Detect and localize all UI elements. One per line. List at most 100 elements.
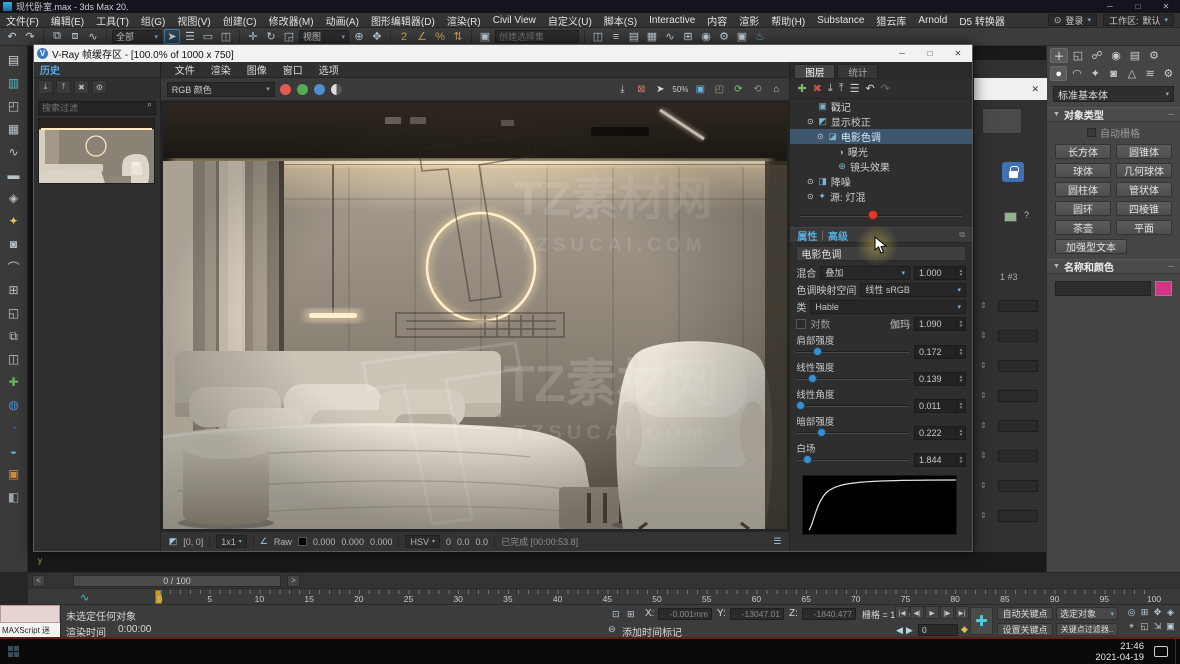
selection-lock-icon[interactable]: ⊞ (627, 609, 635, 620)
advanced-tab[interactable]: 高级 (828, 228, 848, 243)
primitive-button-圆锥体[interactable]: 圆锥体 (1116, 144, 1172, 159)
blend-amount-spinner[interactable]: 1.000 ▲▼ (914, 266, 966, 280)
use-pivot-icon[interactable]: ⊕ (351, 29, 367, 44)
window-crossing-icon[interactable]: ◫ (218, 29, 234, 44)
show-desktop-button[interactable] (1175, 639, 1180, 664)
menu-item-16[interactable]: 帮助(H) (765, 13, 811, 28)
bind-to-spacewarp-icon[interactable]: ∿ (85, 29, 101, 44)
menu-item-9[interactable]: 渲染(R) (441, 13, 487, 28)
key-mode-icon[interactable]: ◆ (961, 624, 968, 635)
grid-icon[interactable]: ⊞ (2, 279, 25, 301)
lock-button[interactable] (1002, 162, 1024, 182)
redo-icon[interactable]: ↷ (22, 29, 38, 44)
layer-row[interactable]: ▣戳记 (790, 99, 972, 114)
previous-frame-button[interactable]: ◀| (910, 606, 924, 619)
menu-item-18[interactable]: 猎云库 (870, 13, 912, 28)
vfb-maximize-button[interactable]: □ (916, 45, 944, 62)
snap-toggle-icon[interactable]: 2 (396, 29, 412, 44)
history-search-input[interactable] (38, 101, 156, 115)
object-name-input[interactable] (1055, 281, 1151, 296)
type-dropdown[interactable]: Hable▾ (810, 300, 966, 314)
save-layers-icon[interactable]: ⤓ (828, 82, 833, 95)
minimize-button[interactable]: ─ (1096, 0, 1124, 13)
move-icon[interactable]: ✛ (245, 29, 261, 44)
maxscript-mini-listener[interactable]: MAXScript 迷 (0, 605, 61, 638)
render-production-icon[interactable]: ♨ (752, 29, 768, 44)
expand-icon[interactable]: ⧉ (959, 230, 965, 240)
slider-handle[interactable] (808, 374, 817, 383)
color-picker-icon[interactable]: ◩ (169, 536, 178, 547)
save-image-icon[interactable]: ⤓ (615, 82, 629, 97)
slider-handle[interactable] (796, 401, 805, 410)
slider-handle[interactable] (803, 455, 812, 464)
show-border-icon[interactable]: ▣ (693, 82, 707, 97)
slate-material-icon[interactable]: ◈ (2, 187, 25, 209)
tab-统计[interactable]: 统计 (837, 64, 878, 79)
current-frame-field[interactable]: 0 (918, 624, 958, 636)
vfb-close-button[interactable]: ✕ (944, 45, 972, 62)
parameter-slider[interactable] (796, 400, 909, 412)
maximize-viewport-icon[interactable]: ⇲ (1152, 620, 1163, 633)
motion-tab[interactable]: ◉ (1107, 48, 1125, 63)
track-mouse-icon[interactable]: ➤ (653, 82, 667, 97)
zoom-icon[interactable]: ◎ (1126, 606, 1137, 619)
layer-list-icon[interactable]: ☰ (850, 82, 860, 95)
track-view-icon[interactable]: ∿ (2, 141, 25, 163)
parameter-spinner[interactable]: 0.222▲▼ (914, 426, 966, 440)
primitive-button-平面[interactable]: 平面 (1116, 220, 1172, 235)
tab-图层[interactable]: 图层 (794, 64, 835, 79)
mini-curve-icon[interactable]: ∿ (80, 591, 89, 604)
vfb-titlebar[interactable]: V V-Ray 帧缓存区 - [100.0% of 1000 x 750] ─□… (34, 45, 972, 62)
menu-item-3[interactable]: 组(G) (135, 13, 171, 28)
unlink-selection-icon[interactable]: ⧈ (67, 29, 83, 44)
sphere-tool-icon[interactable]: ◍ (2, 394, 25, 416)
menu-item-15[interactable]: 渲影 (733, 13, 765, 28)
selection-set-input[interactable] (495, 30, 579, 43)
primitive-button-text[interactable]: 加强型文本 (1055, 239, 1127, 254)
select-object-icon[interactable]: ➤ (164, 29, 180, 44)
primitive-button-长方体[interactable]: 长方体 (1055, 144, 1111, 159)
frame-forward-icon[interactable]: ▶ (906, 625, 913, 636)
layers-redo-icon[interactable]: ↷ (881, 82, 890, 95)
name-color-rollout[interactable]: ▼ 名称和颜色 ─ (1047, 259, 1180, 274)
menu-item-11[interactable]: 自定义(U) (542, 13, 598, 28)
background-dialog-button[interactable] (982, 108, 1022, 134)
menu-item-10[interactable]: Civil View (487, 15, 542, 26)
layer-explorer-icon[interactable]: ▥ (2, 72, 25, 94)
schematic-view-icon[interactable]: ⊞ (680, 29, 696, 44)
misc-tool-icon[interactable]: ◧ (2, 486, 25, 508)
layer-row[interactable]: ⊙◪电影色调 (790, 129, 972, 144)
tonemap-space-dropdown[interactable]: 线性 sRGB▾ (860, 283, 966, 297)
primitive-button-管状体[interactable]: 管状体 (1116, 182, 1172, 197)
key-selection-dropdown[interactable]: 选定对象 ▾ (1056, 607, 1118, 620)
menu-item-14[interactable]: 内容 (701, 13, 733, 28)
add-keyframe-button[interactable]: ✚ (970, 607, 993, 635)
remove-history-icon[interactable]: ✖ (74, 80, 89, 94)
object-color-swatch[interactable] (1155, 281, 1172, 296)
menu-item-20[interactable]: D5 转换器 (953, 13, 1011, 28)
layer-row[interactable]: ⊙◩显示校正 (790, 114, 972, 129)
spinner-snap-icon[interactable]: ⇅ (450, 29, 466, 44)
frame-indicator[interactable]: 0 / 100 (73, 575, 281, 587)
menu-item-19[interactable]: Arnold (912, 15, 953, 26)
helpers-subtab[interactable]: △ (1123, 66, 1140, 81)
graphite-ribbon-icon[interactable]: ▦ (644, 29, 660, 44)
vfb-menu-1[interactable]: 渲染 (203, 62, 239, 77)
angle-snap-icon[interactable]: ∠ (414, 29, 430, 44)
hierarchy-tab[interactable]: ☍ (1088, 48, 1106, 63)
previous-region-icon[interactable]: ⟲ (750, 82, 764, 97)
curve-editor-icon[interactable]: ∿ (662, 29, 678, 44)
add-layer-icon[interactable]: ✚ (797, 82, 806, 95)
lights-subtab[interactable]: ✦ (1087, 66, 1104, 81)
vfb-menu-3[interactable]: 窗口 (275, 62, 311, 77)
previous-frame-button[interactable]: < (32, 575, 45, 587)
timeline-ruler[interactable]: 0510152025303540455055606570758085909510… (160, 589, 1154, 605)
green-channel-toggle[interactable] (297, 84, 308, 95)
visibility-eye-icon[interactable]: ⊙ (802, 177, 818, 186)
manipulate-icon[interactable]: ✥ (369, 29, 385, 44)
menu-item-7[interactable]: 动画(A) (320, 13, 365, 28)
systems-subtab[interactable]: ⚙ (1160, 66, 1177, 81)
select-region-icon[interactable]: ▭ (200, 29, 216, 44)
selection-filter-dropdown[interactable]: 全部▾ (112, 30, 162, 43)
parameter-slider[interactable] (796, 346, 909, 358)
